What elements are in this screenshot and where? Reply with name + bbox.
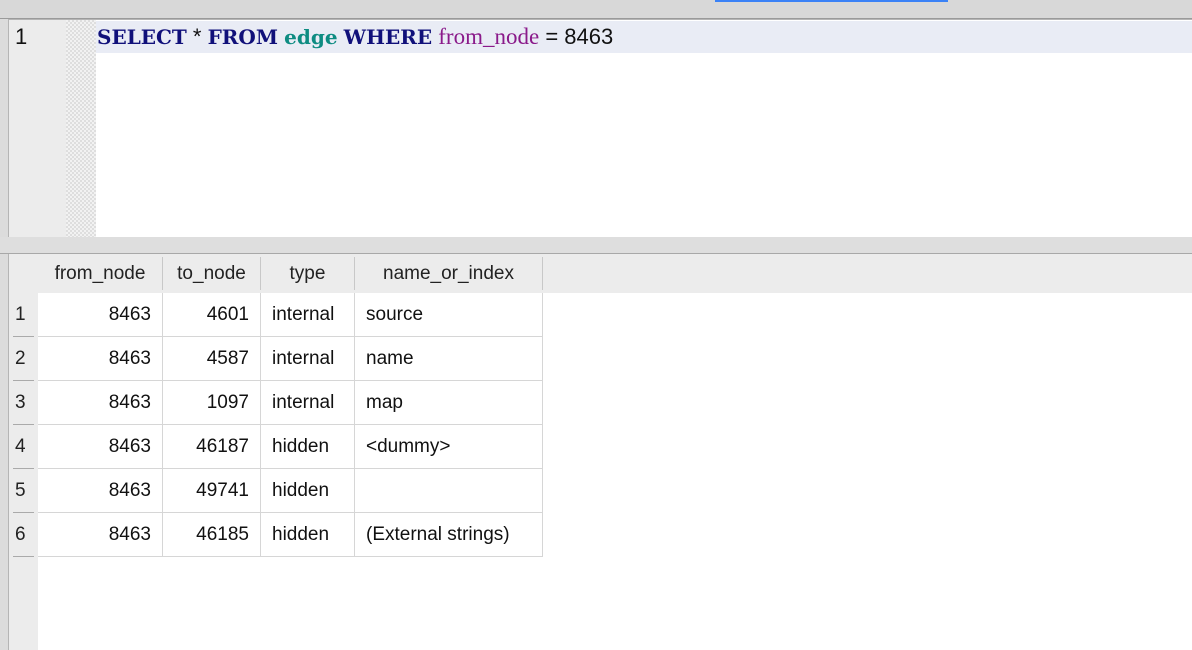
cell-from-node[interactable]: 8463	[38, 381, 163, 425]
column-name: from_node	[438, 24, 540, 49]
results-grid[interactable]: from_node to_node type name_or_index 1 8463 46…	[8, 254, 1192, 650]
cell-type[interactable]: hidden	[261, 469, 355, 513]
row-number[interactable]: 1	[9, 293, 38, 337]
cell-to-node[interactable]: 46185	[163, 513, 261, 557]
row-number[interactable]: 6	[9, 513, 38, 557]
column-header-to-node[interactable]: to_node	[163, 257, 261, 290]
cell-name-or-index[interactable]: source	[355, 293, 543, 337]
cell-to-node[interactable]: 1097	[163, 381, 261, 425]
column-header-name-or-index[interactable]: name_or_index	[355, 257, 543, 290]
keyword-where: WHERE	[343, 25, 433, 49]
cell-name-or-index[interactable]: (External strings)	[355, 513, 543, 557]
line-number: 1	[15, 24, 28, 49]
cell-to-node[interactable]: 46187	[163, 425, 261, 469]
cell-type[interactable]: hidden	[261, 425, 355, 469]
cell-from-node[interactable]: 8463	[38, 513, 163, 557]
cell-type[interactable]: internal	[261, 381, 355, 425]
query-text[interactable]: SELECT * FROM edge WHERE from_node = 846…	[97, 24, 613, 50]
cell-to-node[interactable]: 49741	[163, 469, 261, 513]
cell-from-node[interactable]: 8463	[38, 293, 163, 337]
star: *	[192, 24, 202, 49]
row-number[interactable]: 4	[9, 425, 38, 469]
row-number[interactable]: 5	[9, 469, 38, 513]
fold-margin	[66, 20, 96, 237]
keyword-select: SELECT	[97, 25, 187, 49]
table-name: edge	[284, 25, 338, 49]
cell-from-node[interactable]: 8463	[38, 337, 163, 381]
cell-type[interactable]: hidden	[261, 513, 355, 557]
row-number[interactable]: 3	[9, 381, 38, 425]
cell-type[interactable]: internal	[261, 293, 355, 337]
cell-name-or-index[interactable]: name	[355, 337, 543, 381]
operator: =	[545, 24, 559, 49]
cell-to-node[interactable]: 4601	[163, 293, 261, 337]
top-toolbar	[0, 0, 1192, 19]
column-header-type[interactable]: type	[261, 257, 355, 290]
cell-from-node[interactable]: 8463	[38, 469, 163, 513]
row-number[interactable]: 2	[9, 337, 38, 381]
column-header-from-node[interactable]: from_node	[38, 257, 163, 290]
cell-from-node[interactable]: 8463	[38, 425, 163, 469]
keyword-from: FROM	[207, 25, 278, 49]
cell-type[interactable]: internal	[261, 337, 355, 381]
cell-name-or-index[interactable]	[355, 469, 543, 513]
sql-editor[interactable]: 1 SELECT * FROM edge WHERE from_node = 8…	[8, 19, 1192, 238]
value: 8463	[564, 24, 614, 49]
cell-name-or-index[interactable]: map	[355, 381, 543, 425]
cell-name-or-index[interactable]: <dummy>	[355, 425, 543, 469]
pane-splitter[interactable]	[0, 237, 1192, 254]
cell-to-node[interactable]: 4587	[163, 337, 261, 381]
line-number-gutter: 1	[9, 20, 66, 237]
selected-tab-indicator[interactable]	[715, 0, 948, 2]
